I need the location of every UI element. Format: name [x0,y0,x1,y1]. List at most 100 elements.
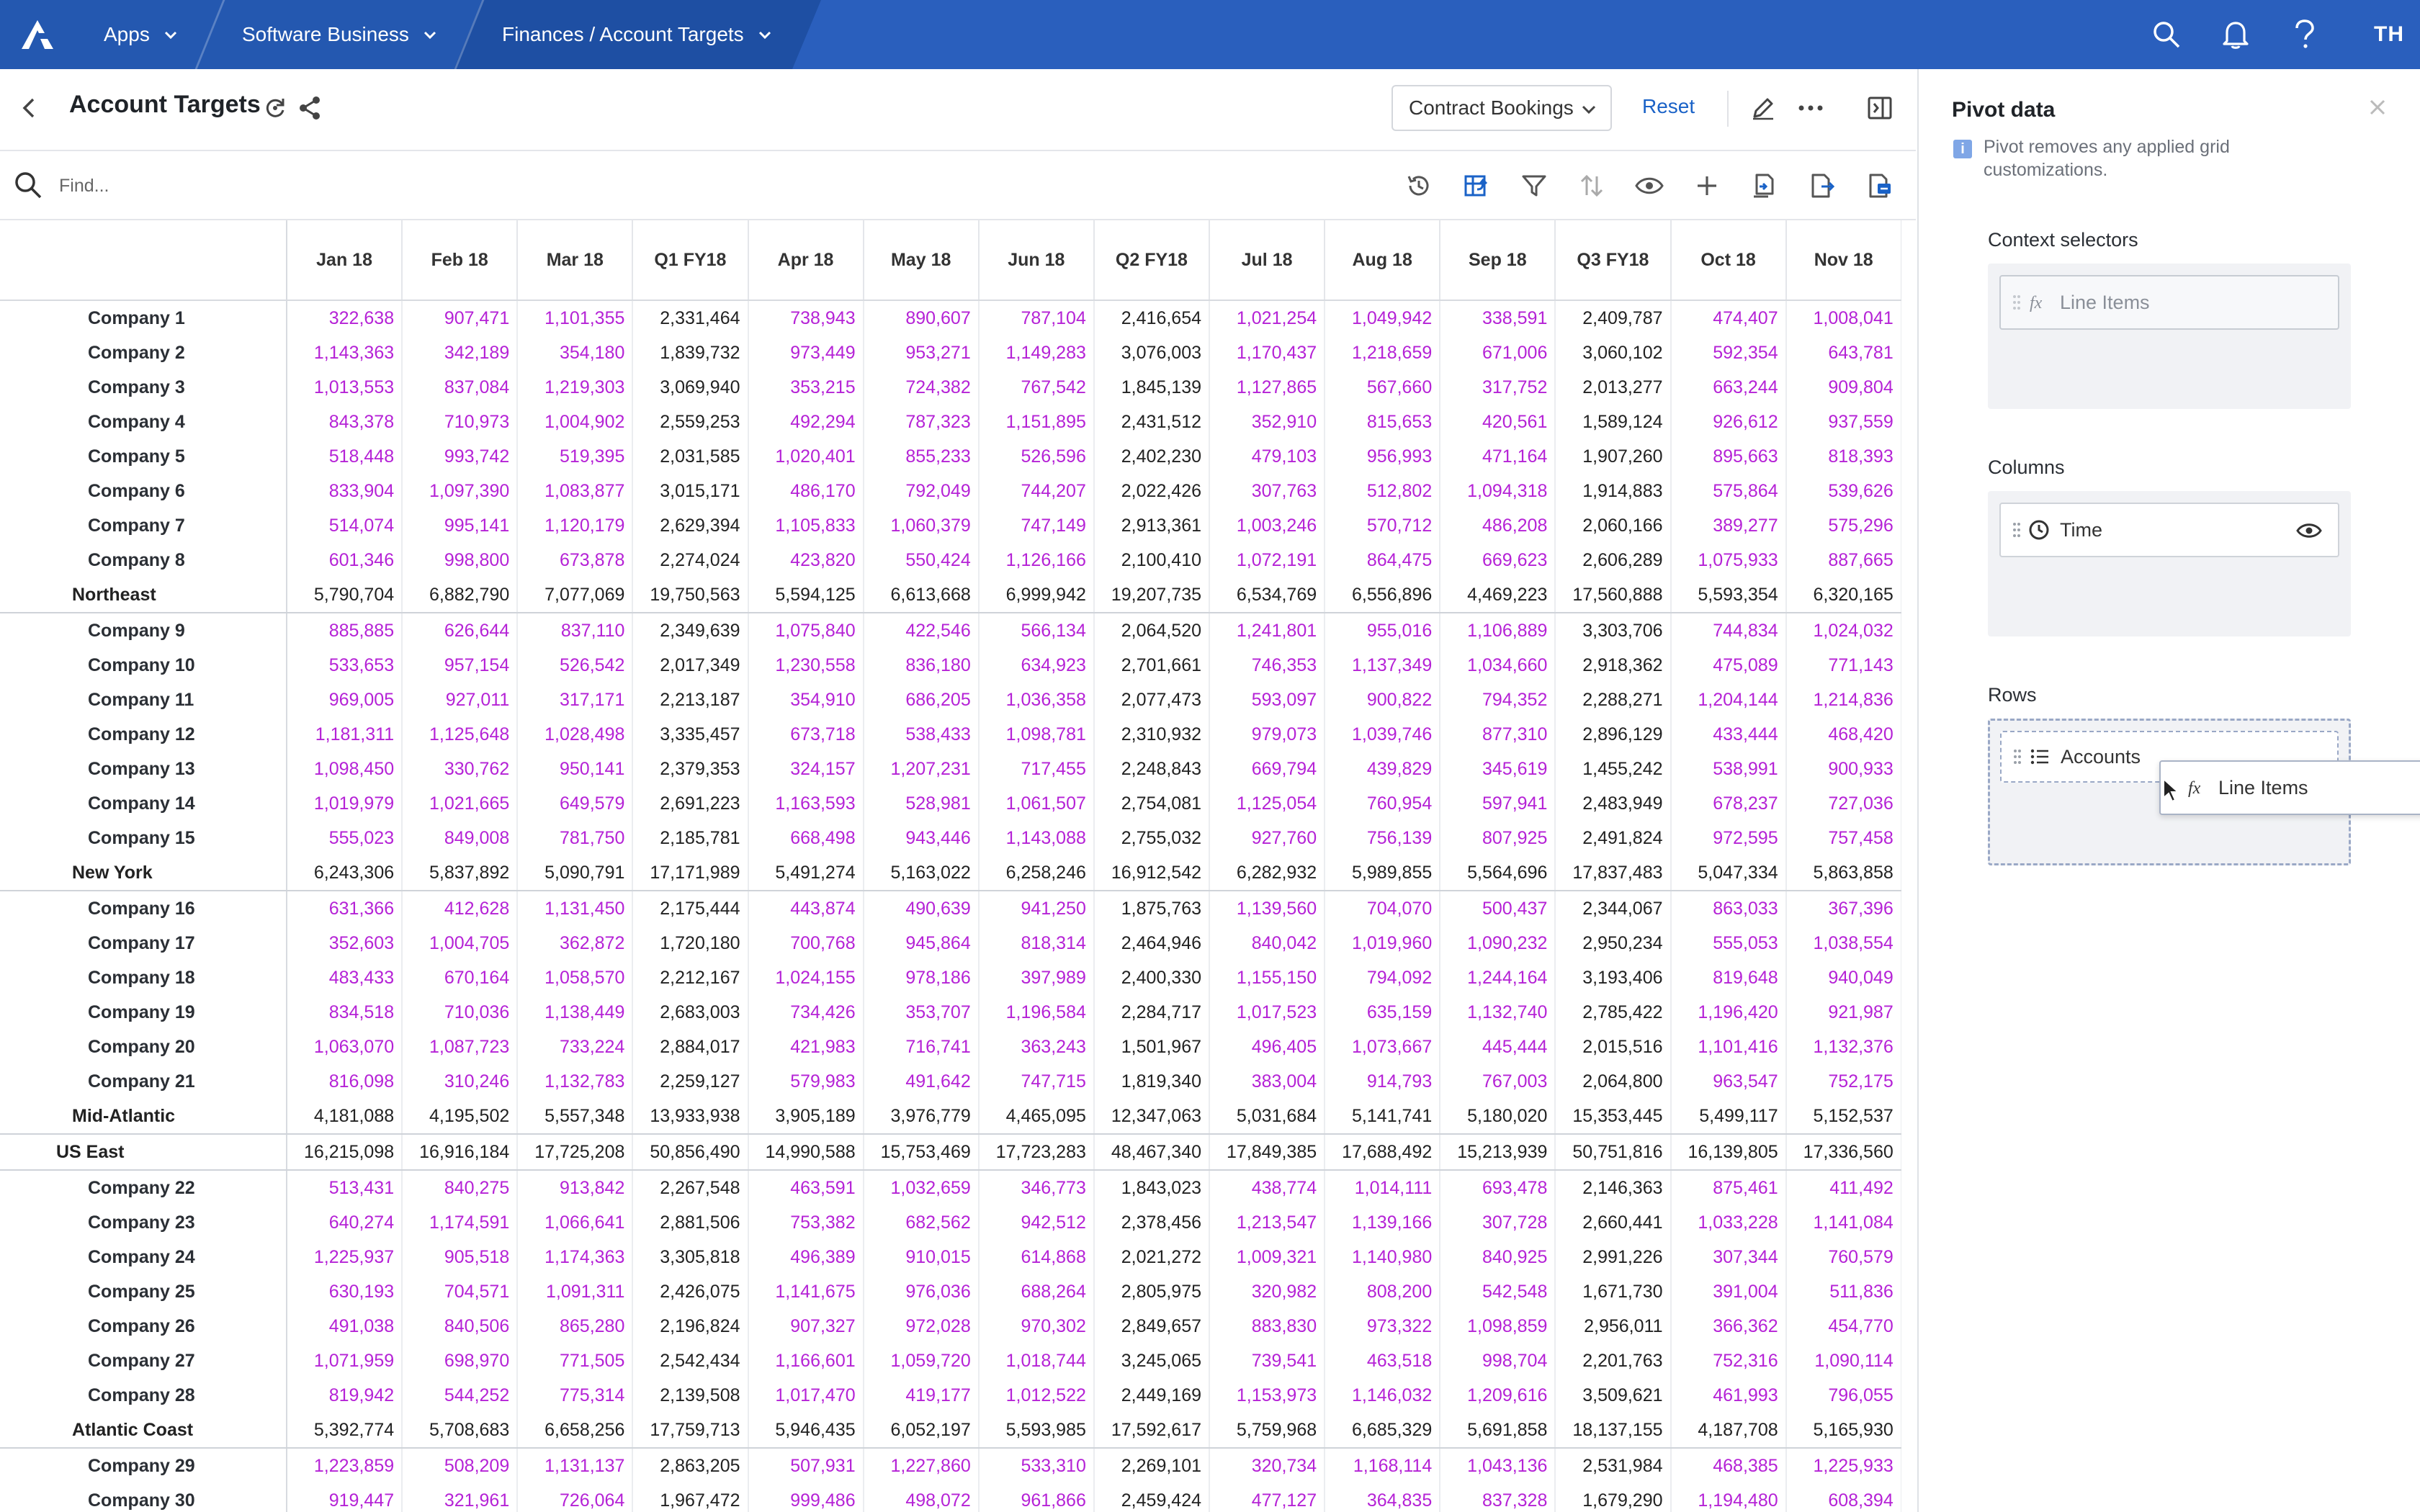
data-cell[interactable]: 1,168,114 [1325,1448,1441,1483]
data-cell[interactable]: 914,793 [1325,1064,1441,1099]
data-cell[interactable]: 1,141,084 [1785,1205,1901,1240]
data-cell[interactable]: 909,804 [1785,370,1901,405]
column-header[interactable]: Q2 FY18 [1093,220,1211,301]
data-cell[interactable]: 775,314 [517,1378,634,1413]
data-cell[interactable]: 6,882,790 [402,577,519,613]
data-cell[interactable]: 1,196,584 [978,995,1095,1030]
data-cell[interactable]: 526,542 [517,648,634,683]
data-cell[interactable]: 1,090,232 [1440,926,1556,960]
data-cell[interactable]: 500,437 [1440,891,1556,926]
quarter-total-cell[interactable]: 2,022,426 [1093,474,1211,508]
data-cell[interactable]: 945,864 [863,926,980,960]
data-cell[interactable]: 5,691,858 [1440,1413,1556,1449]
dragging-chip-line-items[interactable]: fx Line Items [2159,760,2420,815]
data-cell[interactable]: 787,104 [978,300,1095,336]
quarter-total-cell[interactable]: 50,856,490 [632,1134,749,1171]
data-cell[interactable]: 16,139,805 [1670,1134,1787,1171]
quarter-total-cell[interactable]: 3,509,621 [1555,1378,1672,1413]
data-cell[interactable]: 973,322 [1325,1309,1441,1344]
data-cell[interactable]: 438,774 [1209,1170,1326,1205]
data-cell[interactable]: 1,021,254 [1209,300,1326,336]
data-cell[interactable]: 538,433 [863,717,980,752]
data-cell[interactable]: 1,024,155 [748,960,864,995]
data-cell[interactable]: 5,141,741 [1325,1099,1441,1135]
data-cell[interactable]: 767,003 [1440,1064,1556,1099]
data-cell[interactable]: 1,149,283 [978,336,1095,370]
data-cell[interactable]: 976,036 [863,1274,980,1309]
quarter-total-cell[interactable]: 2,212,167 [632,960,749,995]
row-header[interactable]: Company 5 [0,439,287,474]
data-cell[interactable]: 700,768 [748,926,864,960]
data-cell[interactable]: 1,018,744 [978,1344,1095,1378]
data-cell[interactable]: 353,707 [863,995,980,1030]
data-cell[interactable]: 566,134 [978,613,1095,648]
data-cell[interactable]: 544,252 [402,1378,519,1413]
data-cell[interactable]: 6,320,165 [1785,577,1901,613]
data-cell[interactable]: 593,097 [1209,683,1326,717]
quarter-total-cell[interactable]: 3,076,003 [1093,336,1211,370]
row-header[interactable]: Company 16 [0,891,287,926]
data-cell[interactable]: 808,200 [1325,1274,1441,1309]
quarter-total-cell[interactable]: 1,455,242 [1555,752,1672,786]
column-header[interactable]: Nov 18 [1785,220,1901,301]
quarter-total-cell[interactable]: 2,881,506 [632,1205,749,1240]
quarter-total-cell[interactable]: 1,875,763 [1093,891,1211,926]
quarter-total-cell[interactable]: 2,755,032 [1093,821,1211,855]
data-cell[interactable]: 1,174,363 [517,1240,634,1274]
drag-handle-icon[interactable] [2012,747,2023,767]
data-cell[interactable]: 17,723,283 [978,1134,1095,1171]
data-cell[interactable]: 601,346 [287,543,403,577]
data-cell[interactable]: 1,087,723 [402,1030,519,1064]
data-cell[interactable]: 875,461 [1670,1170,1787,1205]
data-cell[interactable]: 1,225,933 [1785,1448,1901,1483]
data-cell[interactable]: 1,063,070 [287,1030,403,1064]
copy-icon[interactable] [1749,170,1780,202]
export-icon[interactable] [1806,170,1838,202]
data-cell[interactable]: 1,170,437 [1209,336,1326,370]
data-cell[interactable]: 491,642 [863,1064,980,1099]
data-cell[interactable]: 1,227,860 [863,1448,980,1483]
quarter-total-cell[interactable]: 2,449,169 [1093,1378,1211,1413]
data-cell[interactable]: 338,591 [1440,300,1556,336]
data-cell[interactable]: 1,181,311 [287,717,403,752]
quarter-total-cell[interactable]: 1,589,124 [1555,405,1672,439]
data-cell[interactable]: 833,904 [287,474,403,508]
data-cell[interactable]: 1,072,191 [1209,543,1326,577]
data-cell[interactable]: 5,163,022 [863,855,980,891]
column-header[interactable]: Apr 18 [748,220,864,301]
data-cell[interactable]: 4,187,708 [1670,1413,1787,1449]
data-cell[interactable]: 1,105,833 [748,508,864,543]
data-cell[interactable]: 837,110 [517,613,634,648]
row-header[interactable]: Company 19 [0,995,287,1030]
data-cell[interactable]: 321,961 [402,1483,519,1512]
data-cell[interactable]: 486,208 [1440,508,1556,543]
quarter-total-cell[interactable]: 3,069,940 [632,370,749,405]
data-cell[interactable]: 1,032,659 [863,1170,980,1205]
data-cell[interactable]: 1,139,560 [1209,891,1326,926]
data-cell[interactable]: 421,983 [748,1030,864,1064]
data-cell[interactable]: 998,800 [402,543,519,577]
data-cell[interactable]: 324,157 [748,752,864,786]
pencil-icon[interactable] [1747,92,1779,124]
quarter-total-cell[interactable]: 1,819,340 [1093,1064,1211,1099]
column-header[interactable]: Jan 18 [287,220,403,301]
quarter-total-cell[interactable]: 2,269,101 [1093,1448,1211,1483]
quarter-total-cell[interactable]: 17,592,617 [1093,1413,1211,1449]
row-header[interactable]: Company 22 [0,1170,287,1205]
data-cell[interactable]: 688,264 [978,1274,1095,1309]
data-cell[interactable]: 1,132,740 [1440,995,1556,1030]
data-cell[interactable]: 640,274 [287,1205,403,1240]
data-cell[interactable]: 669,794 [1209,752,1326,786]
data-cell[interactable]: 1,003,246 [1209,508,1326,543]
data-cell[interactable]: 1,028,498 [517,717,634,752]
data-cell[interactable]: 747,715 [978,1064,1095,1099]
show-hide-icon[interactable] [1634,170,1665,202]
quarter-total-cell[interactable]: 2,531,984 [1555,1448,1672,1483]
data-cell[interactable]: 5,557,348 [517,1099,634,1135]
data-cell[interactable]: 486,170 [748,474,864,508]
data-cell[interactable]: 927,011 [402,683,519,717]
data-cell[interactable]: 1,019,979 [287,786,403,821]
data-cell[interactable]: 1,059,720 [863,1344,980,1378]
data-cell[interactable]: 710,973 [402,405,519,439]
data-cell[interactable]: 1,209,616 [1440,1378,1556,1413]
